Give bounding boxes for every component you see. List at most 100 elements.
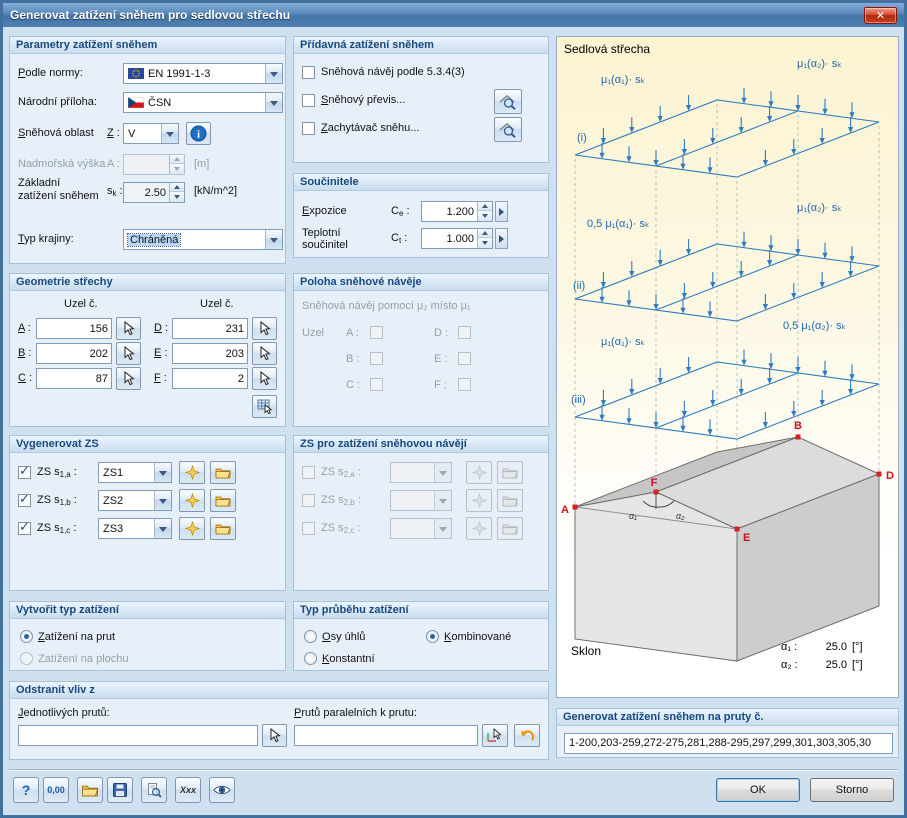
node-f-input[interactable] (172, 368, 248, 389)
zs1b-new-button[interactable] (179, 489, 205, 512)
load-on-member-label[interactable]: Zatížení na prut (38, 631, 115, 644)
ok-button[interactable]: OK (716, 778, 800, 802)
altitude-symbol: A : (107, 158, 120, 170)
pick-all-nodes-button[interactable] (252, 395, 277, 418)
zs1c-checkbox[interactable]: ✓ (18, 519, 31, 535)
single-members-input[interactable] (18, 725, 258, 746)
node-a-pick-button[interactable] (116, 317, 141, 340)
titlebar[interactable]: Generovat zatížení sněhem pro sedlovou s… (3, 3, 904, 27)
node-b-letter: B (794, 420, 802, 432)
open-settings-button[interactable] (77, 777, 103, 803)
node-b-input[interactable] (36, 343, 112, 364)
parallel-pick-axes-button[interactable] (482, 724, 508, 747)
help-button[interactable]: ? (13, 777, 39, 803)
previous-selection-button[interactable] (514, 724, 540, 747)
exposure-detail-button[interactable] (495, 201, 508, 222)
altitude-spinner (123, 154, 185, 175)
spin-up-icon[interactable] (170, 183, 184, 192)
zs1a-checkbox[interactable]: ✓ (18, 463, 31, 479)
constant-radio[interactable] (304, 652, 317, 665)
display-button[interactable] (209, 777, 235, 803)
zone-info-button[interactable]: i (186, 122, 211, 145)
spin-down-icon[interactable] (170, 192, 184, 202)
spin-down-icon[interactable] (478, 238, 492, 248)
zs1b-checkbox[interactable]: ✓ (18, 491, 31, 507)
snow-overhang-checkbox[interactable] (302, 94, 315, 107)
single-members-pick-button[interactable] (262, 724, 287, 747)
node-col-header-2: Uzel č. (200, 298, 234, 310)
group-drift-position: Poloha sněhové návěje Sněhová návěj pomo… (293, 273, 549, 427)
annex-combobox[interactable]: ČSN (123, 92, 283, 113)
snow-overhang-detail-button[interactable] (494, 89, 522, 114)
zs1a-combobox[interactable]: ZS1 (98, 462, 172, 483)
load-on-member-radio[interactable] (20, 630, 33, 643)
spin-down-icon[interactable] (478, 211, 492, 221)
alpha1-value: 25.0 (826, 641, 847, 653)
sk-value-spinner[interactable]: 2.50 (123, 182, 185, 203)
node-c-input[interactable] (36, 368, 112, 389)
units-button[interactable]: 0,00 (43, 777, 69, 803)
save-settings-button[interactable] (107, 777, 133, 803)
snow-guard-checkbox[interactable] (302, 122, 315, 135)
close-button[interactable]: ✕ (864, 6, 897, 24)
zs2b-label: ZS s2,b : (321, 494, 361, 507)
node-a-input[interactable] (36, 318, 112, 339)
zs1c-combobox[interactable]: ZS3 (98, 518, 172, 539)
node-f-pick-button[interactable] (252, 367, 277, 390)
node-c-pick-button[interactable] (116, 367, 141, 390)
node-d-pick-button[interactable] (252, 317, 277, 340)
node-e-pick-button[interactable] (252, 342, 277, 365)
combined-label[interactable]: Kombinované (444, 631, 511, 644)
info-icon: i (190, 125, 207, 142)
drift-node-f-checkbox (458, 378, 471, 391)
comment-button[interactable]: Xxx (175, 777, 201, 803)
snow-detail-icon (499, 94, 516, 110)
node-f-label: F : (154, 372, 167, 384)
angle-axes-radio[interactable] (304, 630, 317, 643)
snow-overhang-label[interactable]: Sněhový převis... (321, 94, 405, 107)
open-load-case-icon (502, 468, 518, 479)
spin-up-icon[interactable] (478, 202, 492, 211)
parallel-members-input[interactable] (294, 725, 478, 746)
thermal-spinner[interactable]: 1.000 (421, 228, 493, 249)
spin-up-icon[interactable] (478, 229, 492, 238)
snow-guard-detail-button[interactable] (494, 117, 522, 142)
zs2a-edit-button (497, 461, 523, 484)
norm-combobox[interactable]: EN 1991-1-3 (123, 63, 283, 84)
group-snow-parameters: Parametry zatížení sněhem Podle normy: E… (9, 36, 286, 264)
members-list-field[interactable]: 1-200,203-259,272-275,281,288-295,297,29… (564, 733, 893, 754)
drift-node-b-checkbox (370, 352, 383, 365)
zs1c-new-button[interactable] (179, 517, 205, 540)
group-coefficients: Součinitele Expozice Ce : 1.200 Teplotní… (293, 173, 549, 258)
zs1b-edit-button[interactable] (210, 489, 236, 512)
cancel-button[interactable]: Storno (810, 778, 894, 802)
node-d-input[interactable] (172, 318, 248, 339)
group-generate-loadcases: Vygenerovat ZS ✓ ZS s1,a : ZS1 ✓ ZS s1,b… (9, 435, 286, 591)
angle-axes-label[interactable]: Osy úhlů (322, 631, 365, 644)
zs1b-combobox[interactable]: ZS2 (98, 490, 172, 511)
snow-drift-label[interactable]: Sněhová návěj podle 5.3.4(3) (321, 66, 465, 79)
find-button[interactable] (141, 777, 167, 803)
find-icon (148, 783, 162, 798)
exposure-spinner[interactable]: 1.200 (421, 201, 493, 222)
zs1c-edit-button[interactable] (210, 517, 236, 540)
node-b-pick-button[interactable] (116, 342, 141, 365)
snow-drift-checkbox[interactable] (302, 66, 315, 79)
spin-up-icon (170, 155, 184, 164)
zs1a-new-button[interactable] (179, 461, 205, 484)
terrain-combobox[interactable]: Chráněná (123, 229, 283, 250)
dropdown-arrow-icon (434, 491, 451, 510)
load-on-surface-label: Zatížení na plochu (38, 653, 129, 665)
combined-radio[interactable] (426, 630, 439, 643)
snow-guard-label[interactable]: Zachytávač sněhu... (321, 122, 419, 135)
zone-combobox[interactable]: V (123, 123, 179, 144)
zs2c-combobox (390, 518, 452, 539)
constant-label[interactable]: Konstantní (322, 653, 375, 666)
node-e-input[interactable] (172, 343, 248, 364)
zs2a-new-button (466, 461, 492, 484)
zs1a-edit-button[interactable] (210, 461, 236, 484)
node-d-label: D : (154, 322, 169, 334)
thermal-detail-button[interactable] (495, 228, 508, 249)
snow-detail-icon (499, 122, 516, 138)
pick-icon (260, 346, 271, 361)
